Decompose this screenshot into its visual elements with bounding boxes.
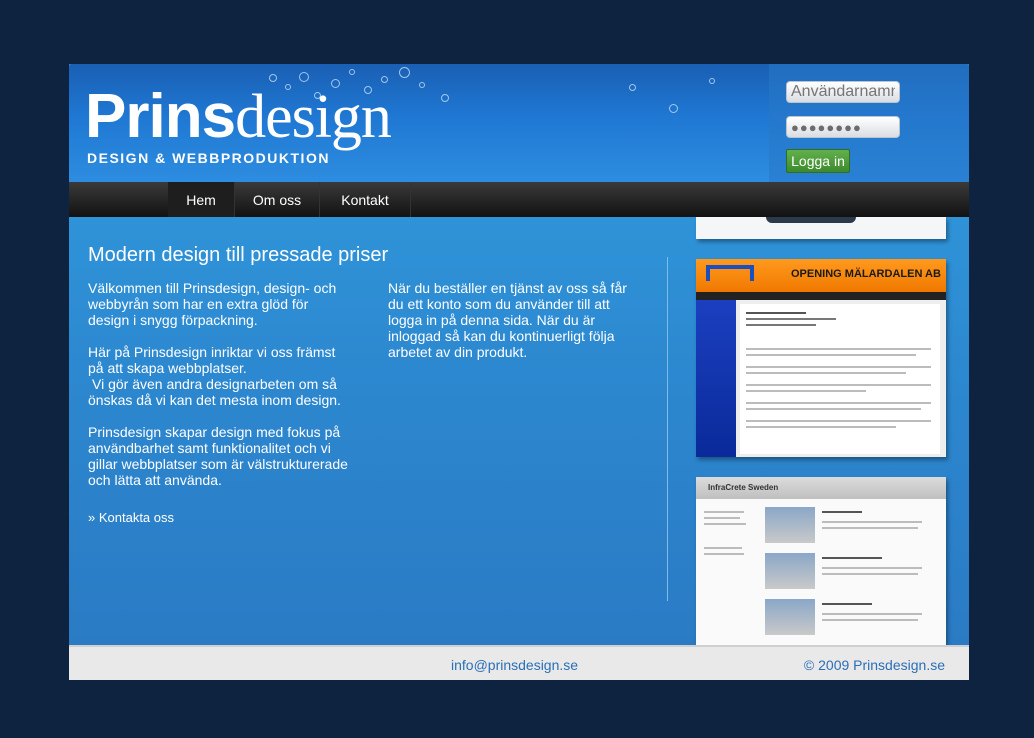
- password-mask: ●●●●●●●●: [791, 119, 862, 135]
- account-column: När du beställer en tjänst av oss så får…: [388, 280, 646, 376]
- thumb-image-2: [765, 553, 815, 589]
- intro-paragraph-3: Vi gör även andra designarbeten om så ön…: [88, 376, 341, 408]
- thumb-title-opening: OPENING MÄLARDALEN AB: [791, 268, 941, 280]
- header: Prinsdesign DESIGN & WEBBPRODUKTION ●●●●…: [69, 64, 969, 182]
- thumb-body: [740, 304, 940, 454]
- intro-column: Välkommen till Prinsdesign, design- och …: [88, 280, 353, 504]
- username-input[interactable]: [786, 81, 900, 103]
- logo[interactable]: Prinsdesign: [85, 83, 392, 151]
- logo-tagline: DESIGN & WEBBPRODUKTION: [87, 150, 330, 166]
- nav-item-om-oss[interactable]: Om oss: [235, 182, 320, 217]
- thumb-sidebar: [696, 300, 736, 457]
- site-container: Prinsdesign DESIGN & WEBBPRODUKTION ●●●●…: [69, 64, 969, 680]
- password-input[interactable]: ●●●●●●●●: [786, 116, 900, 138]
- main-content: Modern design till pressade priser Välko…: [69, 217, 969, 645]
- page-title: Modern design till pressade priser: [88, 244, 389, 266]
- footer-copyright: © 2009 Prinsdesign.se: [803, 657, 945, 673]
- portfolio-thumbnail-opening[interactable]: OPENING MÄLARDALEN AB: [696, 259, 946, 457]
- thumb-logo-icon: [706, 265, 754, 281]
- nav-item-kontakt[interactable]: Kontakt: [320, 182, 411, 217]
- thumb-image-1: [765, 507, 815, 543]
- main-nav: Hem Om oss Kontakt: [69, 182, 969, 217]
- login-panel: ●●●●●●●● Logga in: [769, 64, 969, 182]
- login-button[interactable]: Logga in: [786, 149, 850, 173]
- intro-paragraph-1: Välkommen till Prinsdesign, design- och …: [88, 280, 337, 328]
- intro-paragraph-4: Prinsdesign skapar design med fokus på a…: [88, 424, 348, 488]
- portfolio-thumbnail-infracrete[interactable]: InfraCrete Sweden: [696, 477, 946, 645]
- thumb-title-infracrete: InfraCrete Sweden: [708, 483, 779, 492]
- contact-link[interactable]: » Kontakta oss: [88, 510, 174, 525]
- column-divider: [667, 257, 668, 601]
- thumb-image-3: [765, 599, 815, 635]
- logo-light: design: [235, 83, 392, 151]
- account-paragraph: När du beställer en tjänst av oss så får…: [388, 280, 627, 360]
- footer: info@prinsdesign.se © 2009 Prinsdesign.s…: [69, 645, 969, 680]
- nav-item-hem[interactable]: Hem: [168, 182, 235, 217]
- portfolio-thumbnail-top[interactable]: [696, 217, 946, 239]
- footer-email-link[interactable]: info@prinsdesign.se: [451, 657, 578, 673]
- logo-bold: Prins: [85, 82, 236, 151]
- intro-paragraph-2: Här på Prinsdesign inriktar vi oss främs…: [88, 344, 336, 376]
- thumb-nav: [696, 292, 946, 300]
